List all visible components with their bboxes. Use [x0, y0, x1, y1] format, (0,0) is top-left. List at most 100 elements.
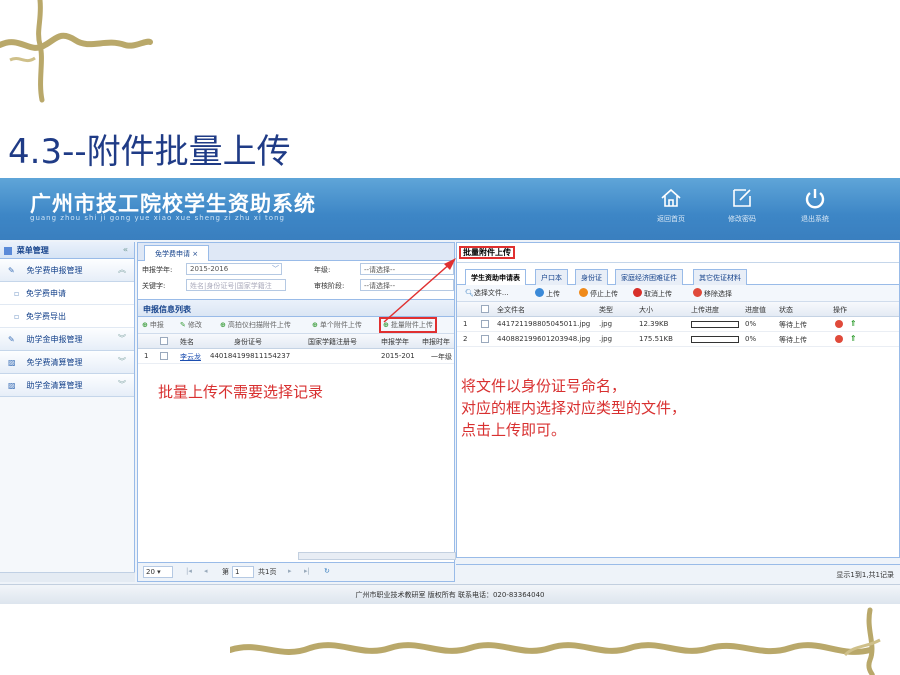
upload-title: 批量附件上传	[459, 246, 515, 259]
logout-label: 退出系统	[801, 215, 829, 223]
upload-progress-bar	[691, 336, 739, 343]
column-header: 身份证号	[234, 338, 262, 346]
column-header: 国家学籍注册号	[308, 338, 357, 346]
row-checkbox[interactable]	[160, 352, 168, 360]
select-files-button[interactable]: 🔍︎选择文件...	[465, 288, 509, 298]
tab-other-evidence[interactable]: 其它佐证材料	[693, 269, 747, 285]
next-page-icon[interactable]: ▸	[288, 567, 292, 575]
file-row[interactable]: 2 440882199601203948.jpg .jpg 175.51KB 0…	[457, 332, 899, 347]
column-header: 姓名	[180, 338, 194, 346]
year-select[interactable]: 2015-2016 ﹀	[186, 263, 282, 275]
collapse-icon[interactable]: «	[123, 245, 128, 254]
edit-icon: ✎	[180, 321, 186, 329]
upload-progress-bar	[691, 321, 739, 328]
id-number: 440184199811154237	[210, 352, 291, 360]
year-label: 申报学年:	[142, 266, 173, 274]
menu-scrollbar[interactable]	[0, 572, 135, 582]
app-banner: 广州市技工院校学生资助系统 guang zhou shi ji gong yue…	[0, 178, 900, 240]
progress-value: 0%	[745, 320, 757, 328]
file-row[interactable]: 1 441721198805045011.jpg .jpg 12.39KB 0%…	[457, 317, 899, 332]
home-button[interactable]: 返回首页	[641, 186, 701, 224]
grid-horizontal-scrollbar[interactable]	[298, 552, 456, 560]
row-number: 1	[144, 352, 149, 360]
file-grid-header: 全文件名 类型 大小 上传进度 进度值 状态 操作	[457, 302, 899, 317]
tab-application-form[interactable]: 学生资助申请表	[465, 269, 526, 286]
upload-toolbar: 🔍︎选择文件... 上传 停止上传 取消上传 移除选择	[457, 285, 899, 302]
menu-item-fee-application[interactable]: ▫ 免学费申请	[0, 282, 134, 305]
menu-group-fee-apply[interactable]: ✎ 免学费申报管理 ︽	[0, 259, 134, 282]
first-page-icon[interactable]: |◂	[186, 567, 192, 575]
refresh-icon[interactable]: ↻	[324, 567, 330, 575]
cancel-icon	[633, 288, 642, 297]
menu-group-grant-apply[interactable]: ✎ 助学金申报管理 ︾	[0, 328, 134, 351]
cancel-upload-label: 取消上传	[644, 290, 672, 298]
menu-group-fee-settlement[interactable]: ▨ 免学费清算管理 ︾	[0, 351, 134, 374]
tab-fee-application[interactable]: 免学费申请 ×	[144, 245, 210, 261]
chevron-down-icon: ︾	[118, 357, 126, 366]
scanner-upload-button[interactable]: ⊕ 高拍仪扫描附件上传	[220, 320, 291, 330]
column-header: 申报时年	[422, 338, 450, 346]
edit-button[interactable]: ✎ 修改	[180, 320, 202, 330]
menu-item-fee-export[interactable]: ▫ 免学费导出	[0, 305, 134, 328]
tab-id-card[interactable]: 身份证	[575, 269, 608, 285]
home-button-label: 返回首页	[657, 215, 685, 223]
select-all-files-checkbox[interactable]	[481, 305, 489, 313]
search-icon: 🔍︎	[465, 289, 474, 297]
app-window: 广州市技工院校学生资助系统 guang zhou shi ji gong yue…	[0, 178, 900, 604]
menu-group-grant-settlement[interactable]: ▨ 助学金清算管理 ︾	[0, 374, 134, 397]
batch-upload-panel: 批量附件上传 学生资助申请表 户口本 身份证 家庭经济困难证件 其它佐证材料 🔍…	[456, 242, 900, 558]
keyword-label: 关键字:	[142, 282, 166, 290]
cancel-upload-button[interactable]: 取消上传	[633, 288, 672, 299]
logout-button[interactable]: 退出系统	[785, 186, 845, 224]
menu-group-label: 助学金申报管理	[26, 335, 83, 344]
page-input[interactable]: 1	[232, 566, 254, 578]
grade-cell: 一年级	[431, 353, 452, 361]
annotation-line: 对应的框内选择对应类型的文件，	[461, 399, 687, 417]
student-name-link[interactable]: 李云龙	[180, 352, 201, 362]
column-header: 状态	[779, 306, 793, 314]
apply-button[interactable]: ⊕ 申报	[142, 320, 164, 330]
tab-household-register[interactable]: 户口本	[535, 269, 568, 285]
upload-arrow-icon[interactable]: ⇑	[850, 319, 857, 328]
upload-arrow-icon[interactable]: ⇑	[850, 334, 857, 343]
upload-button[interactable]: 上传	[535, 288, 560, 299]
progress-value: 0%	[745, 335, 757, 343]
keyword-input[interactable]: 姓名|身份证号|国家学籍注	[186, 279, 286, 291]
column-header: 全文件名	[497, 306, 525, 314]
row-number: 1	[463, 320, 468, 328]
annotation-line: 将文件以身份证号命名，	[461, 377, 627, 395]
annotation-line: 点击上传即可。	[461, 421, 567, 439]
menu-item-label: 免学费导出	[25, 312, 66, 321]
menu-icon	[4, 246, 12, 255]
last-page-icon[interactable]: ▸|	[304, 567, 310, 575]
tab-hardship-certificate[interactable]: 家庭经济困难证件	[615, 269, 683, 285]
pencil-icon: ✎	[8, 266, 15, 275]
file-checkbox[interactable]	[481, 335, 489, 343]
select-files-label: 选择文件...	[473, 289, 509, 297]
sidebar-menu: 菜单管理 « ✎ 免学费申报管理 ︽ ▫ 免学费申请 ▫ 免学费导出 ✎ 助学金…	[0, 242, 135, 582]
prev-page-icon[interactable]: ◂	[204, 567, 208, 575]
chevron-down-icon: ︾	[118, 380, 126, 389]
file-checkbox[interactable]	[481, 320, 489, 328]
file-name: 440882199601203948.jpg	[497, 335, 591, 343]
page-size-select[interactable]: 20 ▾	[143, 566, 173, 578]
change-password-button[interactable]: 修改密码	[712, 186, 772, 224]
chart-icon: ▨	[8, 358, 16, 367]
app-footer: 广州市职业技术教研室 版权所有 联系电话：020-83364040	[0, 584, 900, 604]
file-type: .jpg	[599, 335, 613, 343]
center-annotation: 批量上传不需要选择记录	[158, 383, 324, 401]
stop-upload-button[interactable]: 停止上传	[579, 288, 618, 299]
column-header: 上传进度	[691, 306, 719, 314]
file-size: 12.39KB	[639, 320, 669, 328]
select-all-checkbox[interactable]	[160, 337, 168, 345]
single-upload-button[interactable]: ⊕ 单个附件上传	[312, 320, 362, 330]
stop-icon	[579, 288, 588, 297]
upload-tabs: 学生资助申请表 户口本 身份证 家庭经济困难证件 其它佐证材料	[457, 267, 899, 286]
apply-label: 申报	[149, 321, 164, 329]
upload-label: 上传	[546, 290, 560, 298]
delete-icon[interactable]	[835, 335, 843, 343]
remove-selection-button[interactable]: 移除选择	[693, 288, 732, 299]
menu-group-label: 免学费清算管理	[26, 358, 83, 367]
delete-icon[interactable]	[835, 320, 843, 328]
table-row[interactable]: 1 李云龙 440184199811154237 2015-201 一年级	[138, 349, 454, 364]
